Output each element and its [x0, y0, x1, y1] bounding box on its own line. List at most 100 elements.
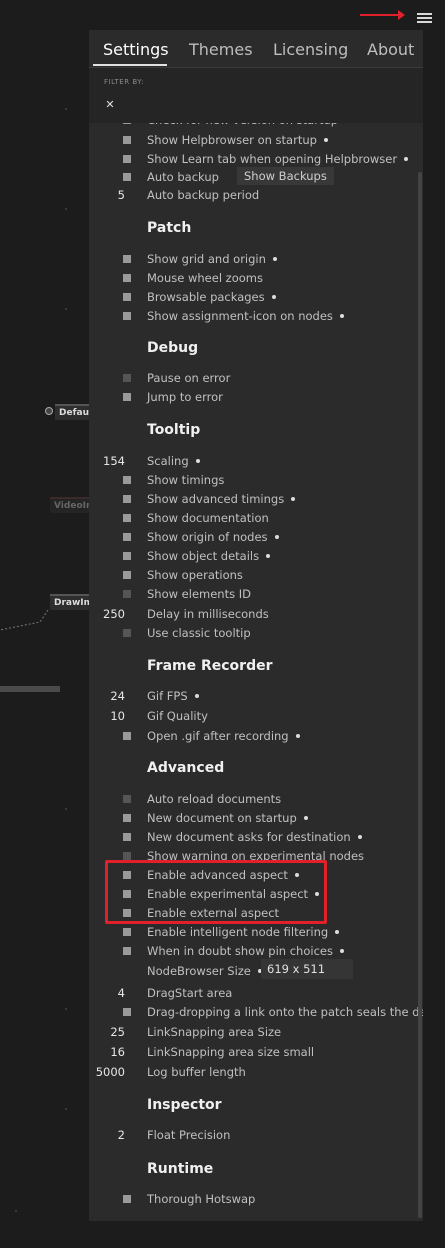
setting-row: Enable intelligent node filtering — [89, 923, 415, 941]
setting-row: Show Learn tab when opening Helpbrowser — [89, 150, 415, 168]
tab-themes[interactable]: Themes — [189, 40, 253, 59]
setting-value[interactable]: 5 — [118, 186, 125, 204]
modified-dot-icon — [291, 496, 296, 501]
checkbox[interactable] — [123, 476, 131, 484]
setting-label: Float Precision — [147, 1128, 231, 1142]
setting-row: Jump to error — [89, 388, 415, 406]
checkbox[interactable] — [123, 571, 131, 579]
setting-value[interactable]: 250 — [103, 605, 125, 623]
setting-label: Log buffer length — [147, 1065, 246, 1079]
checkbox[interactable] — [123, 374, 131, 382]
show-backups-button[interactable]: Show Backups — [237, 167, 334, 185]
tab-settings[interactable]: Settings — [103, 40, 169, 59]
setting-value[interactable]: 24 — [110, 687, 125, 705]
clear-filter-icon[interactable]: ✕ — [103, 98, 117, 112]
checkbox[interactable] — [123, 928, 131, 936]
checkbox[interactable] — [123, 155, 131, 163]
setting-row: Show advanced timings — [89, 490, 415, 508]
checkbox[interactable] — [123, 590, 131, 598]
setting-row: NodeBrowser Size 619 x 511 — [89, 959, 415, 980]
checkbox[interactable] — [123, 1008, 131, 1016]
checkbox[interactable] — [123, 552, 131, 560]
setting-value[interactable]: 25 — [110, 1023, 125, 1041]
setting-label: Show operations — [147, 568, 243, 582]
setting-row: 5000 Log buffer length — [89, 1063, 415, 1081]
nodebrowser-size-field[interactable]: 619 x 511 — [261, 959, 353, 979]
setting-row: New document asks for destination — [89, 828, 415, 846]
checkbox[interactable] — [123, 852, 131, 860]
setting-row: New document on startup — [89, 809, 415, 827]
setting-row: Auto reload documents — [89, 790, 415, 808]
checkbox[interactable] — [123, 871, 131, 879]
setting-value[interactable]: 16 — [110, 1043, 125, 1061]
setting-label: Drag-dropping a link onto the patch seal… — [147, 1005, 423, 1019]
setting-label: Show origin of nodes — [147, 530, 268, 544]
red-arrow-annotation — [360, 10, 405, 20]
checkbox[interactable] — [123, 514, 131, 522]
setting-label: Delay in milliseconds — [147, 607, 269, 621]
modified-dot-icon — [266, 553, 271, 558]
setting-row: 154 Scaling — [89, 452, 415, 470]
modified-dot-icon — [272, 256, 277, 261]
modified-dot-icon — [323, 137, 328, 142]
setting-value[interactable]: 10 — [110, 707, 125, 725]
checkbox[interactable] — [123, 1195, 131, 1203]
setting-value[interactable]: 154 — [103, 452, 125, 470]
setting-label: Show timings — [147, 473, 225, 487]
tab-licensing[interactable]: Licensing — [273, 40, 348, 59]
setting-label: Jump to error — [147, 390, 223, 404]
setting-label: Gif Quality — [147, 709, 208, 723]
checkbox[interactable] — [123, 255, 131, 263]
setting-row: Show grid and origin — [89, 250, 415, 268]
filter-label: FILTER BY: — [104, 78, 144, 86]
checkbox[interactable] — [123, 293, 131, 301]
scrollbar[interactable] — [418, 172, 422, 1218]
section-heading-patch: Patch — [147, 220, 192, 236]
checkbox[interactable] — [123, 495, 131, 503]
section-heading-frame-recorder: Frame Recorder — [147, 658, 273, 674]
setting-label: Thorough Hotswap — [147, 1192, 256, 1206]
setting-row: When in doubt show pin choices — [89, 942, 415, 960]
modified-dot-icon — [315, 891, 320, 896]
checkbox[interactable] — [123, 393, 131, 401]
setting-row: 10 Gif Quality — [89, 707, 415, 725]
setting-value[interactable]: 2 — [118, 1126, 125, 1144]
modified-dot-icon — [194, 693, 199, 698]
checkbox[interactable] — [123, 795, 131, 803]
setting-row: 24 Gif FPS — [89, 687, 415, 705]
setting-label: Enable intelligent node filtering — [147, 925, 329, 939]
checkbox[interactable] — [123, 814, 131, 822]
setting-row: Auto backup Show Backups — [89, 167, 415, 186]
setting-row: Enable experimental aspect — [89, 885, 415, 903]
setting-label: Auto reload documents — [147, 792, 282, 806]
setting-label: Enable advanced aspect — [147, 868, 288, 882]
checkbox[interactable] — [123, 732, 131, 740]
checkbox[interactable] — [123, 136, 131, 144]
setting-row: Show assignment-icon on nodes — [89, 307, 415, 325]
setting-label: Gif FPS — [147, 689, 188, 703]
checkbox[interactable] — [123, 173, 131, 181]
setting-row: Use classic tooltip — [89, 624, 415, 642]
node-port-icon[interactable] — [45, 407, 53, 415]
setting-label: Browsable packages — [147, 290, 265, 304]
setting-row: Enable external aspect — [89, 904, 415, 922]
setting-label: DragStart area — [147, 986, 233, 1000]
setting-label: NodeBrowser Size — [147, 964, 251, 978]
setting-row: Show Helpbrowser on startup — [89, 131, 415, 149]
menu-hamburger-icon[interactable] — [417, 13, 432, 24]
modified-dot-icon — [295, 733, 300, 738]
checkbox[interactable] — [123, 274, 131, 282]
setting-value[interactable]: 5000 — [96, 1063, 125, 1081]
checkbox[interactable] — [123, 629, 131, 637]
setting-label: Show advanced timings — [147, 492, 285, 506]
setting-value[interactable]: 4 — [118, 984, 125, 1002]
checkbox[interactable] — [123, 833, 131, 841]
checkbox[interactable] — [123, 312, 131, 320]
tab-about[interactable]: About — [367, 40, 414, 59]
setting-row: 16 LinkSnapping area size small — [89, 1043, 415, 1061]
checkbox[interactable] — [123, 890, 131, 898]
checkbox[interactable] — [123, 909, 131, 917]
checkbox[interactable] — [123, 533, 131, 541]
setting-row: Show documentation — [89, 509, 415, 527]
checkbox[interactable] — [123, 947, 131, 955]
